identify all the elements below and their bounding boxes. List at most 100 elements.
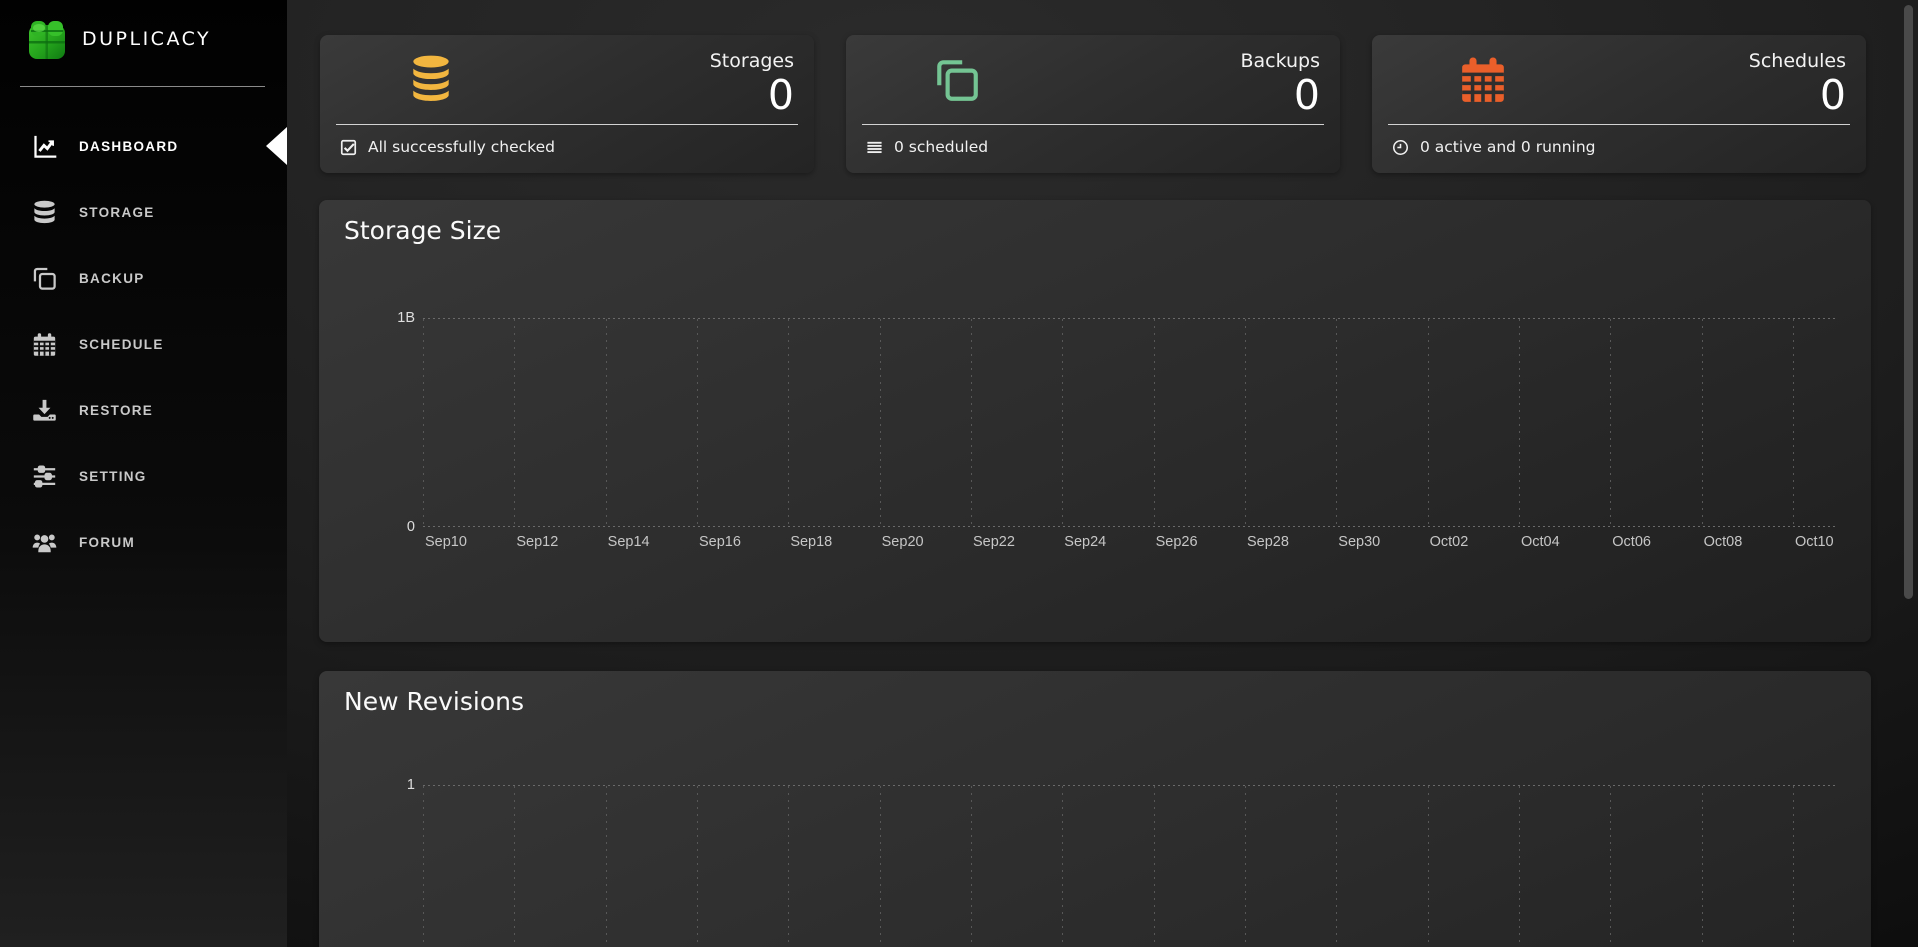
gridline — [1793, 786, 1794, 947]
copy-icon — [932, 55, 982, 105]
gridline — [788, 786, 789, 947]
x-tick-label: Sep14 — [608, 534, 650, 550]
gridline — [1428, 786, 1429, 947]
panel-title: Storage Size — [344, 216, 501, 245]
gridline — [1062, 319, 1063, 527]
new-revisions-chart: 1 — [423, 785, 1838, 947]
sidebar-item-storage[interactable]: STORAGE — [0, 179, 287, 245]
copy-icon — [31, 265, 58, 292]
sidebar-item-label: BACKUP — [79, 271, 145, 286]
x-tick-label: Sep26 — [1156, 534, 1198, 550]
card-value: 0 — [1820, 75, 1846, 116]
sliders-icon — [31, 463, 58, 490]
gridline — [788, 319, 789, 527]
sidebar-item-label: STORAGE — [79, 205, 155, 220]
gridline — [1428, 319, 1429, 527]
gridline — [1702, 319, 1703, 527]
y-axis-label: 0 — [379, 519, 415, 535]
gridline — [1793, 319, 1794, 527]
gridline — [971, 786, 972, 947]
gridline — [1519, 786, 1520, 947]
x-tick-label: Sep28 — [1247, 534, 1289, 550]
gridline — [423, 319, 424, 527]
gridline — [1610, 319, 1611, 527]
card-value: 0 — [1294, 75, 1320, 116]
database-icon — [31, 199, 58, 226]
gridline — [423, 785, 1838, 786]
x-tick-label: Sep12 — [516, 534, 558, 550]
calendar-icon — [31, 331, 58, 358]
gridline — [423, 318, 1838, 319]
gridline — [1702, 786, 1703, 947]
card-footer-text: All successfully checked — [368, 138, 555, 156]
gridline — [1610, 786, 1611, 947]
storage-size-chart: 1B 0 Sep10Sep12Sep14Sep16Sep18Sep20Sep22… — [423, 318, 1838, 527]
gridline — [971, 319, 972, 527]
sidebar: DUPLICACY DASHBOARD STORAG — [0, 0, 287, 947]
check-square-icon — [340, 139, 357, 156]
x-tick-label: Sep22 — [973, 534, 1015, 550]
gridline — [423, 786, 424, 947]
y-axis-label: 1 — [379, 777, 415, 793]
database-icon — [406, 55, 456, 105]
sidebar-item-setting[interactable]: SETTING — [0, 443, 287, 509]
gridline — [1154, 319, 1155, 527]
gridline — [606, 319, 607, 527]
sidebar-item-backup[interactable]: BACKUP — [0, 245, 287, 311]
x-tick-label: Sep10 — [425, 534, 467, 550]
gridline — [1336, 319, 1337, 527]
gridline — [697, 319, 698, 527]
x-tick-label: Oct02 — [1430, 534, 1469, 550]
list-icon — [866, 139, 883, 156]
gridline — [514, 786, 515, 947]
users-icon — [31, 529, 58, 556]
storages-card[interactable]: Storages 0 All successfully checked — [320, 35, 814, 173]
gridline — [1336, 786, 1337, 947]
x-tick-label: Oct04 — [1521, 534, 1560, 550]
x-tick-label: Sep30 — [1338, 534, 1380, 550]
new-revisions-panel: New Revisions 1 — [319, 671, 1871, 947]
card-footer-text: 0 scheduled — [894, 138, 988, 156]
gridline — [1245, 319, 1246, 527]
sidebar-item-label: RESTORE — [79, 403, 153, 418]
sidebar-item-label: SETTING — [79, 469, 147, 484]
vertical-scrollbar-thumb[interactable] — [1904, 5, 1913, 599]
gridline — [1245, 786, 1246, 947]
gridline — [606, 786, 607, 947]
x-tick-label: Sep20 — [882, 534, 924, 550]
card-label: Schedules — [1749, 50, 1846, 72]
sidebar-item-restore[interactable]: RESTORE — [0, 377, 287, 443]
storage-size-panel: Storage Size 1B 0 Sep10Sep12Sep14Sep16Se… — [319, 200, 1871, 642]
green-cube-logo-icon — [26, 16, 68, 62]
card-divider — [1388, 124, 1850, 125]
schedules-card[interactable]: Schedules 0 0 active and 0 running — [1372, 35, 1866, 173]
x-tick-label: Sep18 — [790, 534, 832, 550]
card-divider — [336, 124, 798, 125]
chart-line-icon — [31, 133, 58, 160]
app-logo: DUPLICACY — [26, 16, 211, 62]
card-value: 0 — [768, 75, 794, 116]
clock-icon — [1392, 139, 1409, 156]
x-tick-label: Oct06 — [1612, 534, 1651, 550]
gridline — [1519, 319, 1520, 527]
gridline — [1062, 786, 1063, 947]
sidebar-item-forum[interactable]: FORUM — [0, 509, 287, 575]
sidebar-nav: DASHBOARD STORAGE BACKUP — [0, 113, 287, 575]
panel-title: New Revisions — [344, 687, 524, 716]
gridline — [880, 319, 881, 527]
calendar-icon — [1458, 55, 1508, 105]
backups-card[interactable]: Backups 0 0 scheduled — [846, 35, 1340, 173]
download-icon — [31, 397, 58, 424]
sidebar-item-dashboard[interactable]: DASHBOARD — [0, 113, 287, 179]
x-tick-label: Sep24 — [1064, 534, 1106, 550]
app-title: DUPLICACY — [82, 28, 211, 50]
sidebar-item-label: SCHEDULE — [79, 337, 164, 352]
card-label: Storages — [710, 50, 794, 72]
active-item-arrow-icon — [266, 127, 287, 165]
card-divider — [862, 124, 1324, 125]
x-tick-label: Sep16 — [699, 534, 741, 550]
card-footer-text: 0 active and 0 running — [1420, 138, 1596, 156]
sidebar-item-schedule[interactable]: SCHEDULE — [0, 311, 287, 377]
sidebar-item-label: DASHBOARD — [79, 139, 178, 154]
gridline — [423, 526, 1838, 527]
